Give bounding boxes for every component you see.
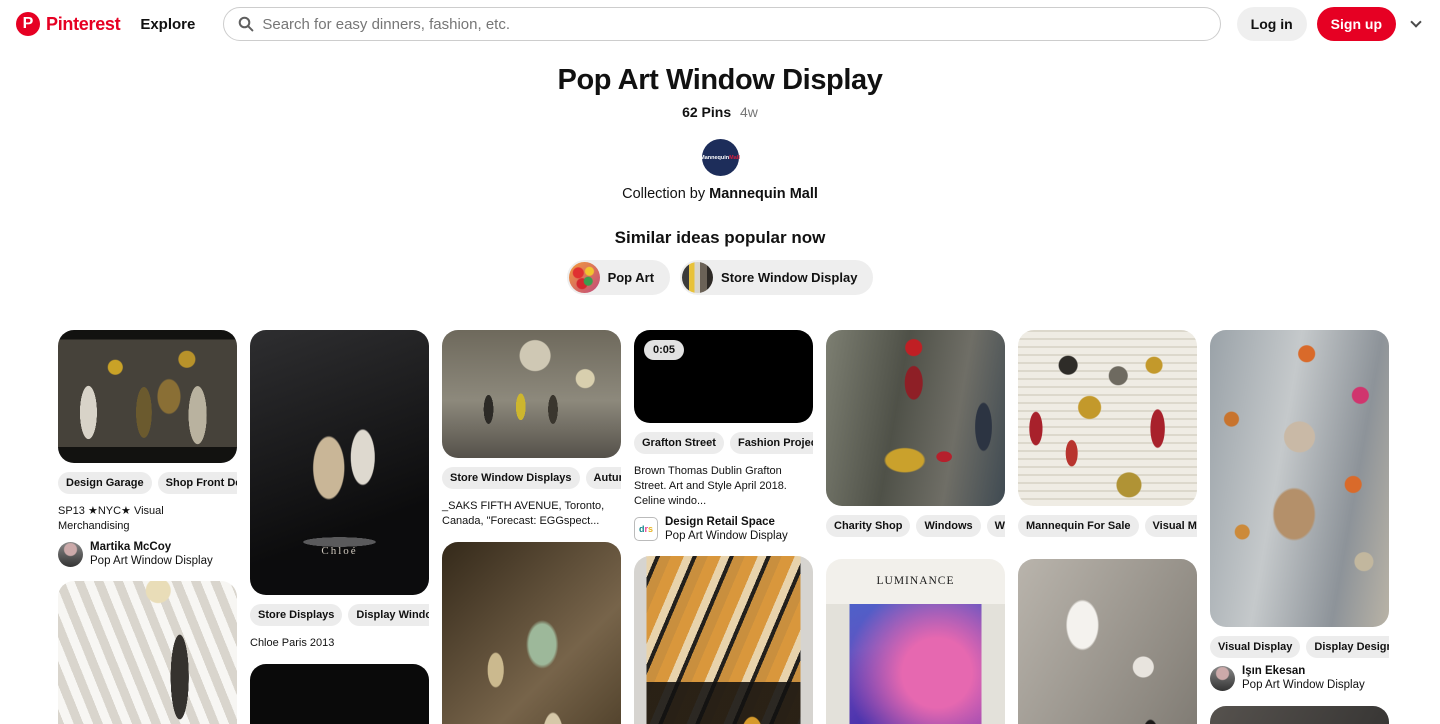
tag-chip[interactable]: Design Garage <box>58 472 152 494</box>
pin-count: 62 Pins <box>682 104 732 120</box>
tag-chip[interactable]: Store Window Displays <box>442 467 580 489</box>
grid-column: Visual Display Display Design Işın Ekesa… <box>1210 330 1389 724</box>
tag-row: Store Displays Display Windows <box>250 604 429 626</box>
author-board: Pop Art Window Display <box>1242 679 1365 692</box>
avatar-word-accent: Mall <box>729 154 740 161</box>
tag-chip[interactable]: Visual Display <box>1210 636 1301 658</box>
author-logo-avatar: drs <box>634 516 658 541</box>
tag-chip[interactable]: Charity Shop <box>826 515 911 537</box>
tag-chip[interactable]: Visual Merchandising <box>1144 515 1197 537</box>
similar-chip-pop-art[interactable]: Pop Art <box>566 260 671 295</box>
avatar-word-primary: Mannequin <box>700 154 730 161</box>
board-age: 4w <box>740 104 758 120</box>
luminance-signage: LUMINANCE <box>876 575 955 587</box>
pin-image-red-suit-chairs-window[interactable] <box>826 330 1005 506</box>
pinterest-logo[interactable]: Pinterest <box>16 12 121 36</box>
author-name: Işın Ekesan <box>1242 665 1306 677</box>
pin-description: SP13 ★NYC★ Visual Merchandising <box>58 505 164 532</box>
collection-byline: Collection by Mannequin Mall <box>0 186 1440 202</box>
chevron-down-icon[interactable] <box>1410 16 1422 28</box>
tag-chip[interactable]: Shop Front Design <box>157 472 237 494</box>
tag-chip[interactable]: Grafton Street <box>634 432 724 454</box>
board-meta: 62 Pins 4w <box>0 104 1440 120</box>
grid-column: 0:05 Grafton Street Fashion Project Brow… <box>634 330 813 724</box>
tag-chip[interactable]: Autumn Displays <box>585 467 621 489</box>
pin-author[interactable]: drs Design Retail Space Pop Art Window D… <box>634 515 813 544</box>
pin-image-white-hand-window[interactable] <box>1018 559 1197 724</box>
pin-author[interactable]: Işın Ekesan Pop Art Window Display <box>1210 664 1389 693</box>
tag-row: Grafton Street Fashion Project <box>634 432 813 454</box>
store-window-thumbnail <box>682 262 714 293</box>
video-duration-badge: 0:05 <box>644 340 685 360</box>
pin-image-luminance-window[interactable]: LUMINANCE <box>826 559 1005 724</box>
tag-chip[interactable]: Mannequin For Sale <box>1018 515 1139 537</box>
search-bar[interactable] <box>223 7 1221 41</box>
pin-image-coral-hands-window[interactable] <box>1210 705 1389 724</box>
grid-column: Store Window Displays Autumn Displays _S… <box>442 330 621 724</box>
tag-chip[interactable]: Display Design <box>1306 636 1389 658</box>
pin-description: _SAKS FIFTH AVENUE, Toronto, Canada, "Fo… <box>442 500 605 527</box>
similar-ideas-chips: Pop Art Store Window Display <box>0 260 1440 295</box>
author-avatar <box>1210 665 1235 691</box>
tag-chip[interactable]: Window Displays <box>986 515 1005 537</box>
similar-chip-label: Store Window Display <box>721 270 858 285</box>
pin-image-butterfly-dressform-window[interactable] <box>1210 330 1389 627</box>
pin-grid: Design Garage Shop Front Design SP13 ★NY… <box>58 330 1389 724</box>
tag-row: Charity Shop Windows Window Displays <box>826 515 1005 537</box>
search-input[interactable] <box>262 15 1206 33</box>
pin-image-white-paper-spikes[interactable] <box>58 581 237 724</box>
author-name: Martika McCoy <box>90 540 172 553</box>
board-title: Pop Art Window Display <box>557 64 883 96</box>
board-owner-name[interactable]: Mannequin Mall <box>709 186 818 202</box>
pin-image-saks-window[interactable] <box>442 330 621 458</box>
tag-chip[interactable]: Fashion Project <box>729 432 813 454</box>
grid-column: Mannequin For Sale Visual Merchandising <box>1018 330 1197 724</box>
pin-image-chloe-window[interactable]: Chloé <box>250 330 429 595</box>
board-header: Pop Art Window Display 62 Pins 4w Manneq… <box>0 64 1440 202</box>
grid-column: Design Garage Shop Front Design SP13 ★NY… <box>58 330 237 724</box>
pin-description: Brown Thomas Dublin Grafton Street. Art … <box>634 465 787 507</box>
pin-image-gold-mannequin-window[interactable] <box>58 330 237 463</box>
grid-column: Chloé Store Displays Display Windows Chl… <box>250 330 429 724</box>
author-board: Pop Art Window Display <box>665 529 788 542</box>
similar-chip-label: Pop Art <box>607 270 655 285</box>
pop-art-thumbnail <box>568 262 600 293</box>
pin-video[interactable]: 0:05 <box>634 330 813 423</box>
chloe-signage: Chloé <box>321 545 358 557</box>
login-button[interactable]: Log in <box>1236 7 1307 41</box>
tag-row: Store Window Displays Autumn Displays <box>442 467 621 489</box>
pin-author[interactable]: Martika McCoy Pop Art Window Display <box>58 540 237 569</box>
similar-ideas-section: Similar ideas popular now Pop Art Store … <box>0 228 1440 295</box>
grid-column: Charity Shop Windows Window Displays LUM… <box>826 330 1005 724</box>
pinterest-p-icon <box>16 12 40 36</box>
author-name: Design Retail Space <box>665 515 775 528</box>
logo-letter: s <box>648 523 654 534</box>
tag-chip[interactable]: Display Windows <box>348 604 429 626</box>
collection-prefix: Collection by <box>622 186 710 202</box>
top-navigation: Pinterest Explore Log in Sign up <box>0 0 1440 44</box>
tag-row: Visual Display Display Design <box>1210 636 1389 658</box>
brand-wordmark: Pinterest <box>46 13 121 34</box>
similar-chip-store-window-display[interactable]: Store Window Display <box>680 260 874 295</box>
tag-row: Design Garage Shop Front Design <box>58 472 237 494</box>
signup-button[interactable]: Sign up <box>1316 7 1396 41</box>
tag-chip[interactable]: Store Displays <box>250 604 343 626</box>
author-board: Pop Art Window Display <box>90 555 213 568</box>
pin-image-newsprint-collage-window[interactable] <box>1018 330 1197 506</box>
tag-chip[interactable]: Windows <box>916 515 981 537</box>
explore-link[interactable]: Explore <box>128 16 207 33</box>
pin-description: Chloe Paris 2013 <box>250 637 335 649</box>
board-owner-avatar[interactable]: MannequinMall <box>700 139 740 176</box>
similar-ideas-heading: Similar ideas popular now <box>614 228 826 247</box>
search-icon <box>239 16 254 32</box>
pin-image-baroque-sepia-window[interactable] <box>442 541 621 724</box>
author-avatar <box>58 541 83 567</box>
pin-image-plaid-fan-window[interactable] <box>634 556 813 724</box>
pin-image-colorful-floral-window[interactable] <box>250 663 429 724</box>
tag-row: Mannequin For Sale Visual Merchandising <box>1018 515 1197 537</box>
